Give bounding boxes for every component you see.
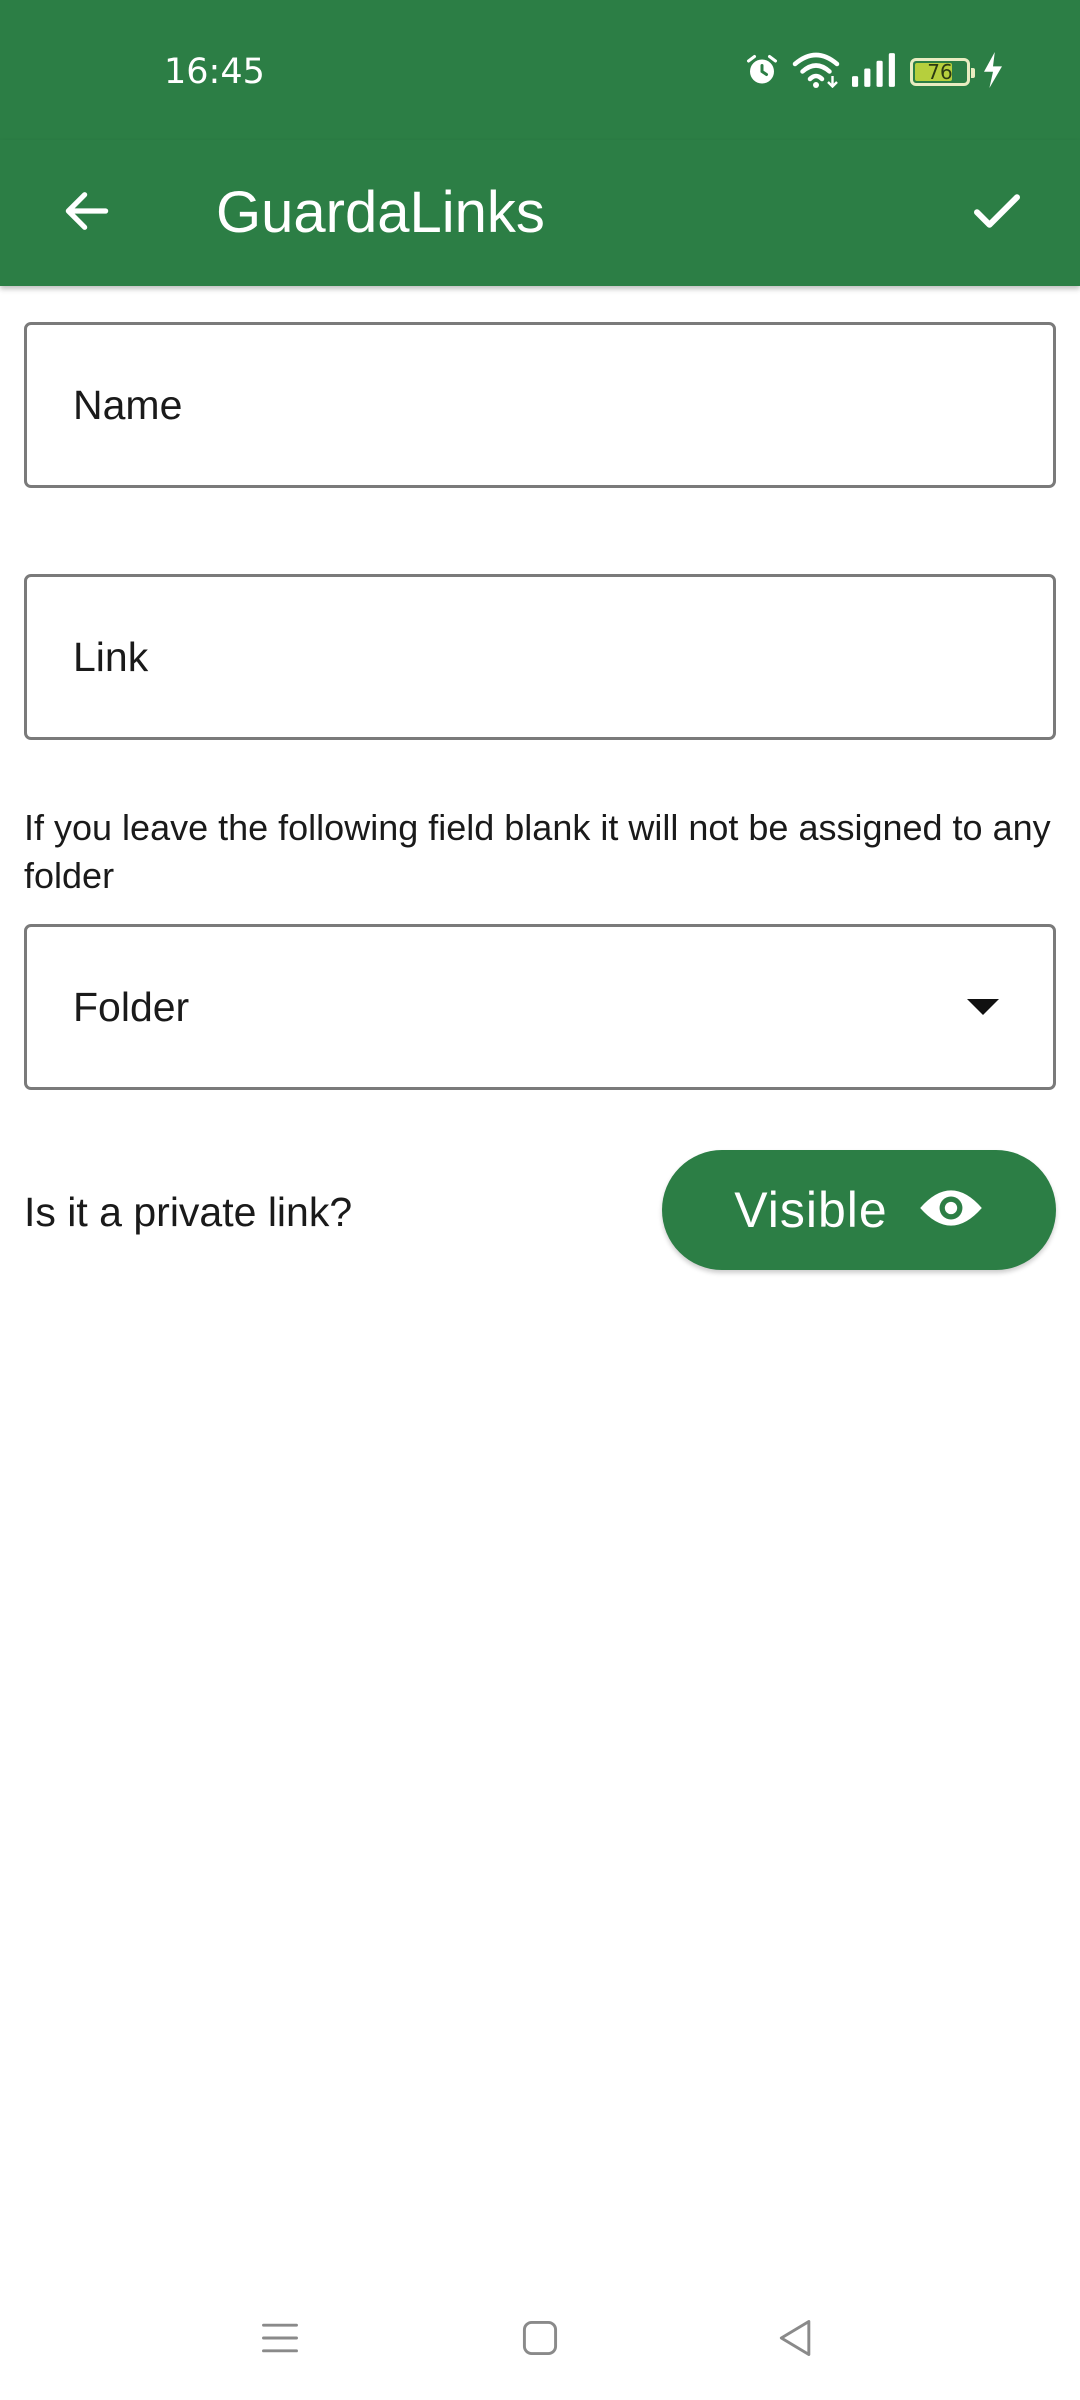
folder-dropdown[interactable]: Folder bbox=[24, 924, 1056, 1090]
link-field[interactable]: Link bbox=[24, 574, 1056, 740]
visibility-button-label: Visible bbox=[734, 1182, 888, 1238]
back-button[interactable] bbox=[44, 170, 130, 256]
home-button[interactable] bbox=[500, 2300, 580, 2380]
name-field-label: Name bbox=[73, 381, 183, 428]
system-back-button[interactable] bbox=[756, 2300, 836, 2380]
app-bar: GuardaLinks bbox=[0, 140, 1080, 286]
dropdown-arrow-icon bbox=[967, 999, 999, 1015]
status-time: 16:45 bbox=[164, 52, 265, 92]
back-icon bbox=[774, 2316, 818, 2364]
folder-dropdown-label: Folder bbox=[73, 983, 190, 1030]
wifi-icon bbox=[792, 52, 840, 92]
charging-icon bbox=[982, 52, 1004, 92]
menu-icon bbox=[258, 2316, 302, 2364]
status-bar: 16:45 76 bbox=[0, 0, 1080, 140]
signal-icon bbox=[852, 53, 898, 91]
private-link-label: Is it a private link? bbox=[24, 1189, 353, 1235]
save-button[interactable] bbox=[954, 170, 1040, 256]
system-nav-bar bbox=[0, 2280, 1080, 2400]
status-icons: 76 bbox=[744, 48, 1004, 96]
alarm-icon bbox=[744, 52, 780, 92]
name-field[interactable]: Name bbox=[24, 322, 1056, 488]
check-icon bbox=[967, 181, 1027, 245]
battery-level: 76 bbox=[927, 60, 953, 84]
arrow-back-icon bbox=[59, 183, 115, 243]
visibility-toggle-button[interactable]: Visible bbox=[662, 1150, 1056, 1270]
folder-helper-text: If you leave the following field blank i… bbox=[24, 807, 1051, 896]
page-title: GuardaLinks bbox=[216, 180, 545, 245]
battery-icon: 76 bbox=[910, 58, 975, 86]
eye-icon bbox=[918, 1185, 984, 1235]
recent-apps-button[interactable] bbox=[240, 2300, 320, 2380]
link-field-label: Link bbox=[73, 633, 149, 680]
home-icon bbox=[518, 2316, 562, 2364]
